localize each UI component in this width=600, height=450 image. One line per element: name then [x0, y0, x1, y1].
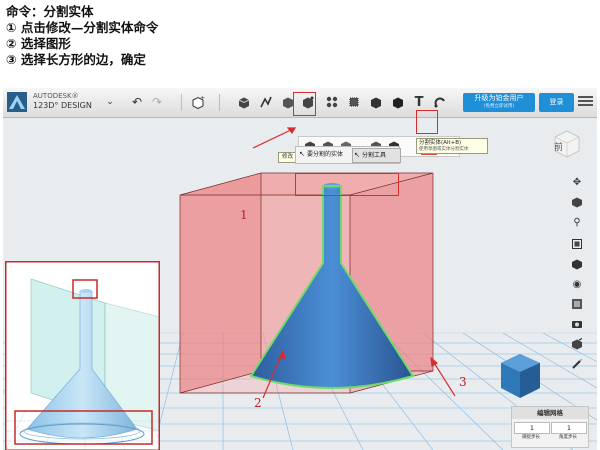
paint-icon[interactable]: [569, 356, 585, 372]
brand-autodesk: AUTODESK®: [33, 92, 79, 100]
instruction-step-2: ② 选择图形: [6, 36, 71, 51]
split-tooltip-desc: 使用草图或实体分割实体: [419, 147, 469, 152]
measure-icon[interactable]: [389, 93, 407, 111]
right-panel: ✥ ⚲ ◉: [566, 174, 588, 374]
combine-icon[interactable]: [367, 93, 385, 111]
edit-material-icon[interactable]: [569, 336, 585, 352]
material-icon[interactable]: [569, 296, 585, 312]
redo-icon[interactable]: ↷: [148, 93, 166, 111]
highlight-modify: [293, 92, 316, 116]
upgrade-sub-label: (免费立即试用): [483, 104, 515, 109]
snap-step-label: 捕捉步长: [522, 435, 540, 440]
cursor-arrow-icon: ↖: [299, 150, 305, 158]
mode-tool-label: 分割工具: [362, 152, 387, 159]
pattern-icon[interactable]: [323, 93, 341, 111]
small-cube: [501, 354, 540, 398]
annotation-number-3: 3: [459, 375, 467, 389]
highlight-mode-bar: [295, 173, 399, 196]
camera-icon[interactable]: [569, 316, 585, 332]
annotation-number-1: 1: [240, 208, 248, 222]
sketch-icon[interactable]: [257, 93, 275, 111]
angle-step-field[interactable]: 1: [551, 422, 587, 434]
pan-icon[interactable]: ✥: [569, 174, 585, 190]
split-tooltip-title: 分割实体(Alt+B): [419, 140, 462, 146]
upgrade-label: 升级为铂金用户: [474, 94, 524, 102]
instruction-step-1: ① 点击修改—分割实体命令: [6, 20, 159, 35]
brand: AUTODESK® 123D° DESIGN: [33, 92, 92, 110]
mode-target-solid[interactable]: ↖ 要分割的实体: [298, 148, 357, 161]
instruction-title: 命令：分割实体: [6, 4, 94, 19]
zoom-icon[interactable]: ⚲: [569, 214, 585, 230]
group-icon[interactable]: [345, 93, 363, 111]
orbit-icon[interactable]: [569, 194, 585, 210]
grid-edit-panel: 编辑网格 1 1 捕捉步长 角度步长: [511, 406, 589, 448]
fit-icon[interactable]: [569, 236, 585, 252]
zoom-inset: [5, 261, 160, 450]
split-mode-bar: ↖ 要分割的实体 ↖ 分割工具: [295, 146, 401, 164]
text-icon[interactable]: T: [410, 93, 428, 111]
hamburger-menu-icon[interactable]: [578, 94, 593, 110]
mode-target-label: 要分割的实体: [307, 151, 344, 158]
annotation-number-2: 2: [254, 396, 262, 410]
snap-icon[interactable]: [431, 93, 449, 111]
dropdown-chevron-icon[interactable]: ⌄: [101, 93, 119, 111]
split-tooltip: 分割实体(Alt+B) 使用草图或实体分割实体: [416, 138, 488, 154]
app-window: AUTODESK® 123D° DESIGN ⌄ ↶ ↷ + T 升级为铂金用户…: [3, 88, 597, 450]
visibility-eye-icon[interactable]: ◉: [569, 276, 585, 292]
view-mode-icon[interactable]: [569, 256, 585, 272]
angle-step-label: 角度步长: [559, 435, 577, 440]
viewport[interactable]: 修改: [3, 92, 597, 450]
instructions: 命令：分割实体 ① 点击修改—分割实体命令 ② 选择图形 ③ 选择长方形的边，确…: [6, 4, 406, 68]
mode-split-tool[interactable]: ↖ 分割工具: [352, 148, 401, 163]
autodesk-logo-icon: [7, 92, 27, 112]
viewcube-front-label: 前: [554, 143, 564, 153]
highlight-split-solid: [416, 110, 438, 134]
instruction-step-3: ③ 选择长方形的边，确定: [6, 52, 146, 67]
upgrade-button[interactable]: 升级为铂金用户 (免费立即试用): [463, 93, 535, 112]
svg-text:+: +: [200, 95, 205, 102]
brand-product: 123D° DESIGN: [33, 101, 92, 110]
login-button[interactable]: 登录: [539, 93, 574, 112]
snap-step-field[interactable]: 1: [514, 422, 550, 434]
cursor-arrow-icon: ↖: [354, 151, 360, 159]
box-icon[interactable]: [235, 93, 253, 111]
grid-panel-title: 编辑网格: [512, 407, 588, 419]
undo-icon[interactable]: ↶: [128, 93, 146, 111]
add-primitive-icon[interactable]: +: [189, 93, 207, 111]
